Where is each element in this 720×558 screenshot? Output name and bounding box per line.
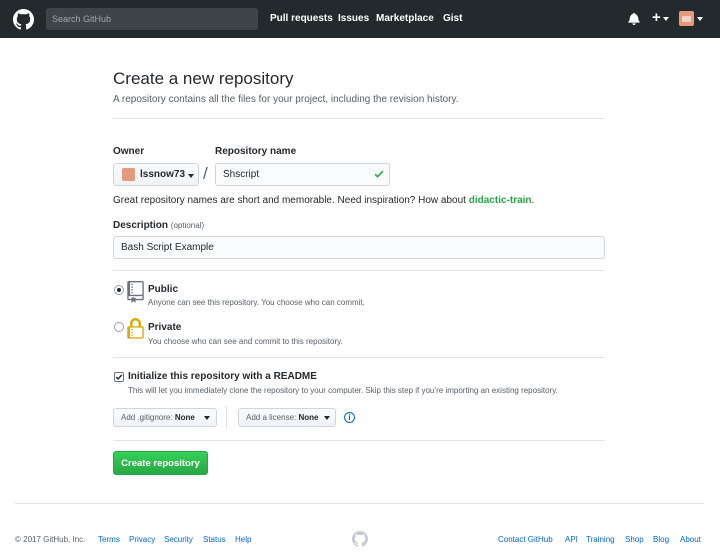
name-hint: Great repository names are short and mem… bbox=[113, 195, 535, 206]
footer-link-about[interactable]: About bbox=[680, 535, 701, 544]
name-suggestion-link[interactable]: didactic-train bbox=[469, 195, 532, 206]
footer-link-terms[interactable]: Terms bbox=[98, 535, 120, 544]
owner-select[interactable]: lssnow73 bbox=[113, 163, 199, 186]
search-placeholder: Search GitHub bbox=[52, 14, 112, 24]
footer-link-api[interactable]: API bbox=[565, 535, 578, 544]
gitignore-select[interactable]: Add .gitignore: None bbox=[113, 408, 217, 427]
repo-name-value: Shscript bbox=[223, 169, 260, 180]
create-menu-caret-icon[interactable] bbox=[663, 17, 669, 21]
description-label: Description (optional) bbox=[113, 220, 205, 231]
top-header: Search GitHub Pull requests Issues Marke… bbox=[0, 0, 720, 38]
create-repository-button[interactable]: Create repository bbox=[113, 451, 208, 475]
divider bbox=[113, 118, 605, 119]
readme-description: This will let you immediately clone the … bbox=[128, 386, 558, 395]
owner-value: lssnow73 bbox=[140, 169, 186, 180]
checkmark-icon bbox=[374, 170, 384, 178]
footer-link-privacy[interactable]: Privacy bbox=[129, 535, 155, 544]
create-repository-label: Create repository bbox=[121, 458, 200, 469]
repo-name-label: Repository name bbox=[215, 146, 297, 157]
optional-note: (optional) bbox=[170, 221, 205, 230]
chevron-down-icon bbox=[324, 416, 330, 420]
repo-icon bbox=[127, 281, 144, 303]
plus-icon[interactable]: + bbox=[652, 10, 661, 25]
owner-label: Owner bbox=[113, 146, 145, 157]
github-logo-icon[interactable] bbox=[13, 9, 34, 30]
divider bbox=[113, 440, 605, 441]
divider bbox=[113, 270, 605, 271]
readme-checkbox[interactable] bbox=[114, 372, 124, 382]
nav-marketplace[interactable]: Marketplace bbox=[376, 13, 434, 24]
owner-repo-separator: / bbox=[203, 164, 208, 183]
description-value: Bash Script Example bbox=[121, 242, 214, 253]
divider bbox=[113, 357, 605, 358]
footer-link-security[interactable]: Security bbox=[164, 535, 193, 544]
readme-title: Initialize this repository with a README bbox=[128, 371, 317, 382]
profile-menu-caret-icon[interactable] bbox=[697, 17, 703, 21]
nav-gist[interactable]: Gist bbox=[443, 13, 462, 24]
footer-divider bbox=[15, 503, 704, 504]
public-title: Public bbox=[148, 284, 179, 295]
lock-icon bbox=[127, 318, 144, 339]
private-radio[interactable] bbox=[114, 322, 124, 332]
private-title: Private bbox=[148, 322, 182, 333]
checkmark-icon bbox=[115, 374, 123, 381]
license-label: Add a license: bbox=[246, 413, 297, 422]
gitignore-label: Add .gitignore: bbox=[121, 413, 173, 422]
page-subtitle: A repository contains all the files for … bbox=[113, 94, 459, 105]
avatar[interactable] bbox=[679, 11, 694, 26]
info-icon[interactable]: i bbox=[344, 412, 355, 423]
footer-link-blog[interactable]: Blog bbox=[653, 535, 669, 544]
page-title: Create a new repository bbox=[113, 69, 294, 88]
footer-link-status[interactable]: Status bbox=[203, 535, 226, 544]
footer-link-training[interactable]: Training bbox=[586, 535, 615, 544]
description-input[interactable]: Bash Script Example bbox=[113, 236, 605, 259]
nav-issues[interactable]: Issues bbox=[338, 13, 369, 24]
footer-link-help[interactable]: Help bbox=[235, 535, 251, 544]
nav-pull-requests[interactable]: Pull requests bbox=[270, 13, 333, 24]
repo-name-input[interactable]: Shscript bbox=[215, 163, 390, 186]
owner-avatar bbox=[122, 168, 135, 181]
public-description: Anyone can see this repository. You choo… bbox=[148, 298, 365, 307]
license-value: None bbox=[298, 413, 319, 422]
search-input[interactable]: Search GitHub bbox=[46, 8, 258, 30]
private-description: You choose who can see and commit to thi… bbox=[148, 337, 343, 346]
chevron-down-icon bbox=[188, 174, 194, 178]
public-radio[interactable] bbox=[114, 285, 124, 295]
license-select[interactable]: Add a license: None bbox=[238, 408, 336, 427]
footer-copyright: © 2017 GitHub, Inc. bbox=[15, 535, 86, 544]
github-logo-icon[interactable] bbox=[352, 531, 368, 547]
footer-link-shop[interactable]: Shop bbox=[625, 535, 644, 544]
chevron-down-icon bbox=[204, 416, 210, 420]
bell-icon[interactable] bbox=[628, 12, 640, 25]
footer-link-contact[interactable]: Contact GitHub bbox=[498, 535, 553, 544]
gitignore-value: None bbox=[174, 413, 195, 422]
divider bbox=[226, 406, 227, 429]
